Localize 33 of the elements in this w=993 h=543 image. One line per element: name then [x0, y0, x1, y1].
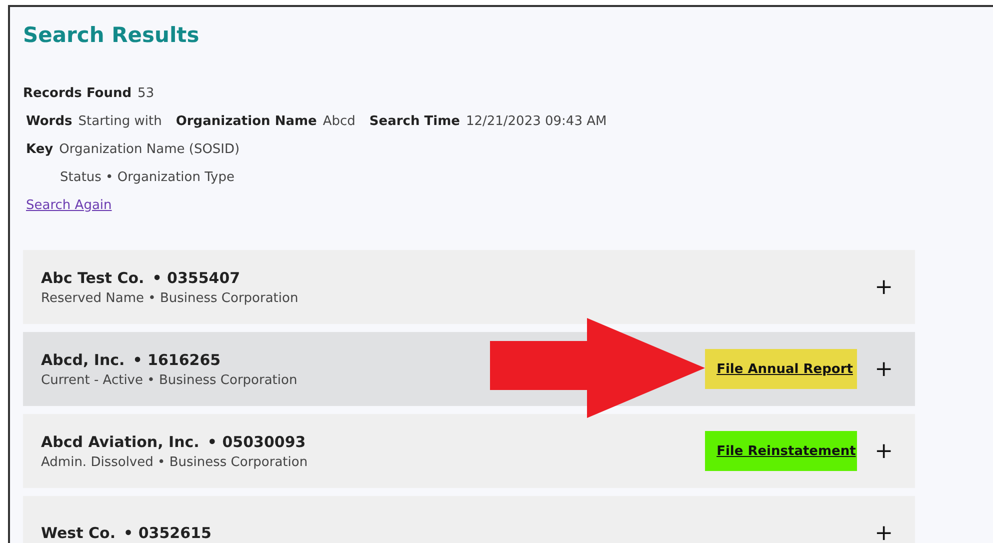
result-row[interactable]: Abcd Aviation, Inc. • 05030093 Admin. Dissolved • Business Corporation File Reinstatement + [23, 414, 915, 488]
expand-button[interactable]: + [870, 438, 897, 464]
criteria-value: 12/21/2023 09:43 AM [466, 114, 607, 128]
sosid: • 1616265 [132, 350, 221, 368]
sosid: • 05030093 [207, 432, 306, 450]
page-title: Search Results [23, 22, 200, 49]
key-description: Organization Name (SOSID) [59, 142, 240, 156]
filing-button[interactable]: File Reinstatement [704, 431, 857, 471]
records-label: Records Found [23, 86, 132, 100]
organization-name: Abcd, Inc. [41, 350, 125, 368]
status-type: Current - Active • Business Corporation [41, 372, 298, 388]
criteria-label: Search Time [369, 114, 460, 128]
filing-button[interactable]: File Annual Report [704, 349, 857, 389]
criteria-value: Starting with [78, 114, 162, 128]
sosid: • 0355407 [152, 268, 240, 286]
records-count: 53 [138, 86, 154, 100]
result-row[interactable]: Abc Test Co. • 0355407 Reserved Name • Business Corporation + [23, 250, 915, 324]
criteria-label: Organization Name [176, 114, 317, 128]
expand-button[interactable]: + [870, 356, 897, 382]
organization-name: Abcd Aviation, Inc. [41, 432, 200, 450]
status-type: Admin. Dissolved • Business Corporation [41, 454, 309, 470]
criteria-label: Words [26, 114, 72, 128]
criteria-value: Abcd [322, 114, 356, 128]
sosid: • 0352615 [124, 524, 212, 542]
result-row[interactable]: West Co. • 0352615 + [23, 496, 915, 543]
key-description: Status • Organization Type [60, 170, 234, 184]
organization-name: Abc Test Co. [41, 268, 144, 286]
key-label: Key [26, 142, 54, 156]
organization-name: West Co. [41, 524, 116, 542]
status-type: Reserved Name • Business Corporation [41, 290, 300, 306]
search-again-link[interactable]: Search Again [26, 198, 112, 212]
expand-button[interactable]: + [870, 520, 897, 543]
expand-button[interactable]: + [870, 274, 897, 300]
